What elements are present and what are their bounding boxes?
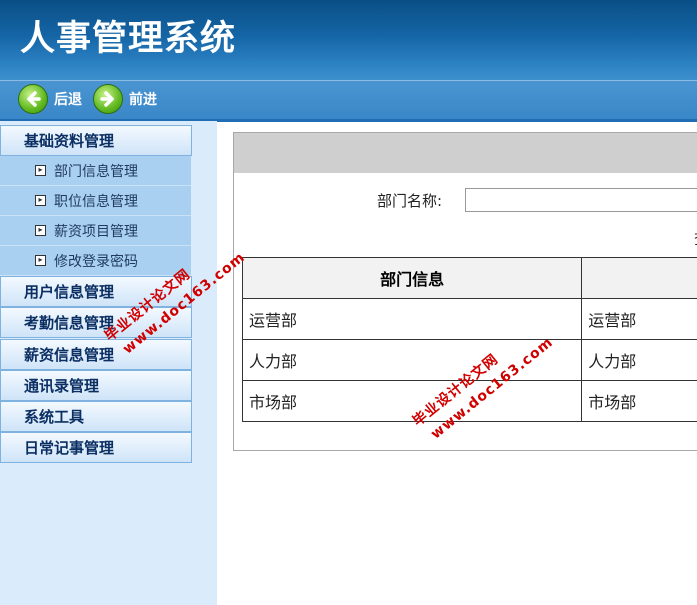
table-cell: 市场部 xyxy=(581,380,697,422)
menu-basic-data[interactable]: 基础资料管理 xyxy=(0,125,192,156)
menu-label: 薪资信息管理 xyxy=(24,346,115,364)
table-header-row: 部门信息 xyxy=(241,257,697,299)
submenu-label: 修改登录密码 xyxy=(54,253,138,270)
search-label: 部门名称: xyxy=(377,192,443,210)
bullet-icon: ▸ xyxy=(35,225,46,236)
app-header: 人事管理系统 xyxy=(0,0,697,80)
menu-system-tools[interactable]: 系统工具 xyxy=(0,401,192,432)
table-row[interactable]: 运营部 运营部 xyxy=(241,298,697,340)
menu-label: 基础资料管理 xyxy=(24,132,115,150)
forward-button[interactable]: 前进 xyxy=(93,84,157,114)
back-label: 后退 xyxy=(54,92,82,108)
table-cell: 运营部 xyxy=(581,298,697,340)
bullet-icon: ▸ xyxy=(35,195,46,206)
arrow-left-icon xyxy=(18,84,48,114)
table-cell: 运营部 xyxy=(241,298,583,340)
column-header xyxy=(581,257,697,299)
bullet-icon: ▸ xyxy=(35,255,46,266)
menu-daily-notes[interactable]: 日常记事管理 xyxy=(0,432,192,463)
menu-label: 系统工具 xyxy=(24,408,85,426)
forward-label: 前进 xyxy=(129,92,157,108)
menu-label: 通讯录管理 xyxy=(24,377,100,395)
bullet-icon: ▸ xyxy=(35,165,46,176)
submenu-label: 薪资项目管理 xyxy=(54,223,138,240)
arrow-right-icon xyxy=(93,84,123,114)
column-header: 部门信息 xyxy=(241,257,583,299)
nav-toolbar: 后退 前进 xyxy=(0,80,697,122)
back-button[interactable]: 后退 xyxy=(18,84,82,114)
submenu-label: 职位信息管理 xyxy=(54,193,138,210)
menu-salary[interactable]: 薪资信息管理 xyxy=(0,339,192,370)
department-name-input[interactable] xyxy=(465,188,697,212)
submenu-label: 部门信息管理 xyxy=(54,163,138,180)
submenu-change-password[interactable]: ▸ 修改登录密码 xyxy=(0,246,191,276)
app-title: 人事管理系统 xyxy=(20,19,237,59)
submenu-position[interactable]: ▸ 职位信息管理 xyxy=(0,186,191,216)
menu-label: 日常记事管理 xyxy=(24,439,115,457)
menu-contacts[interactable]: 通讯录管理 xyxy=(0,370,192,401)
panel-title-bar xyxy=(234,133,697,173)
submenu-department[interactable]: ▸ 部门信息管理 xyxy=(0,156,191,186)
submenu-salary-items[interactable]: ▸ 薪资项目管理 xyxy=(0,216,191,246)
sidebar: 基础资料管理 ▸ 部门信息管理 ▸ 职位信息管理 ▸ 薪资项目管理 ▸ 修改登录… xyxy=(0,121,217,605)
table-cell: 人力部 xyxy=(581,339,697,381)
menu-label: 用户信息管理 xyxy=(24,283,115,301)
